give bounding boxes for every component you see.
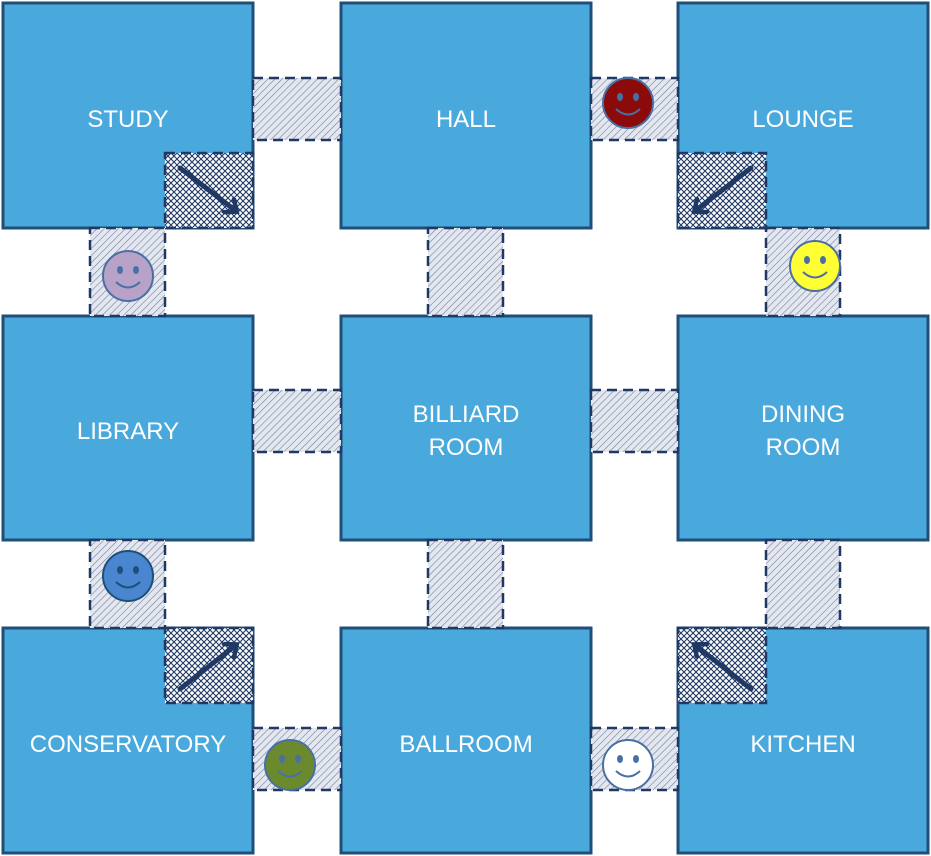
- room-label-kitchen: KITCHEN: [750, 731, 855, 758]
- room-label-library: LIBRARY: [77, 418, 179, 445]
- room-label-study: STUDY: [87, 106, 168, 133]
- green-token-icon[interactable]: [264, 739, 316, 791]
- hallway-study-hall[interactable]: [251, 76, 343, 142]
- room-label-billiard-1: BILLIARD: [413, 401, 520, 428]
- hallway-billiard-dining[interactable]: [589, 388, 680, 454]
- room-label-hall: HALL: [436, 106, 496, 133]
- room-label-lounge: LOUNGE: [752, 106, 853, 133]
- hallway-dining-kitchen[interactable]: [764, 538, 842, 630]
- red-token-icon[interactable]: [602, 77, 654, 129]
- blue-token-icon[interactable]: [102, 550, 154, 602]
- room-label-dining-2: ROOM: [766, 434, 841, 461]
- clue-board: STUDY HALL LOUNGE LIBRARY BILLIARD ROOM …: [1, 1, 930, 855]
- room-label-billiard-2: ROOM: [429, 434, 504, 461]
- room-label-conservatory: CONSERVATORY: [30, 731, 227, 758]
- room-label-ballroom: BALLROOM: [399, 731, 532, 758]
- hallway-hall-billiard[interactable]: [426, 226, 505, 318]
- room-billiard-room[interactable]: [339, 314, 593, 542]
- white-token-icon[interactable]: [602, 739, 654, 791]
- lavender-token-icon[interactable]: [102, 250, 154, 302]
- yellow-token-icon[interactable]: [789, 240, 841, 292]
- hallway-billiard-ballroom[interactable]: [426, 538, 505, 630]
- room-dining-room[interactable]: [676, 314, 930, 542]
- room-label-dining-1: DINING: [761, 401, 845, 428]
- hallway-library-billiard[interactable]: [251, 388, 343, 454]
